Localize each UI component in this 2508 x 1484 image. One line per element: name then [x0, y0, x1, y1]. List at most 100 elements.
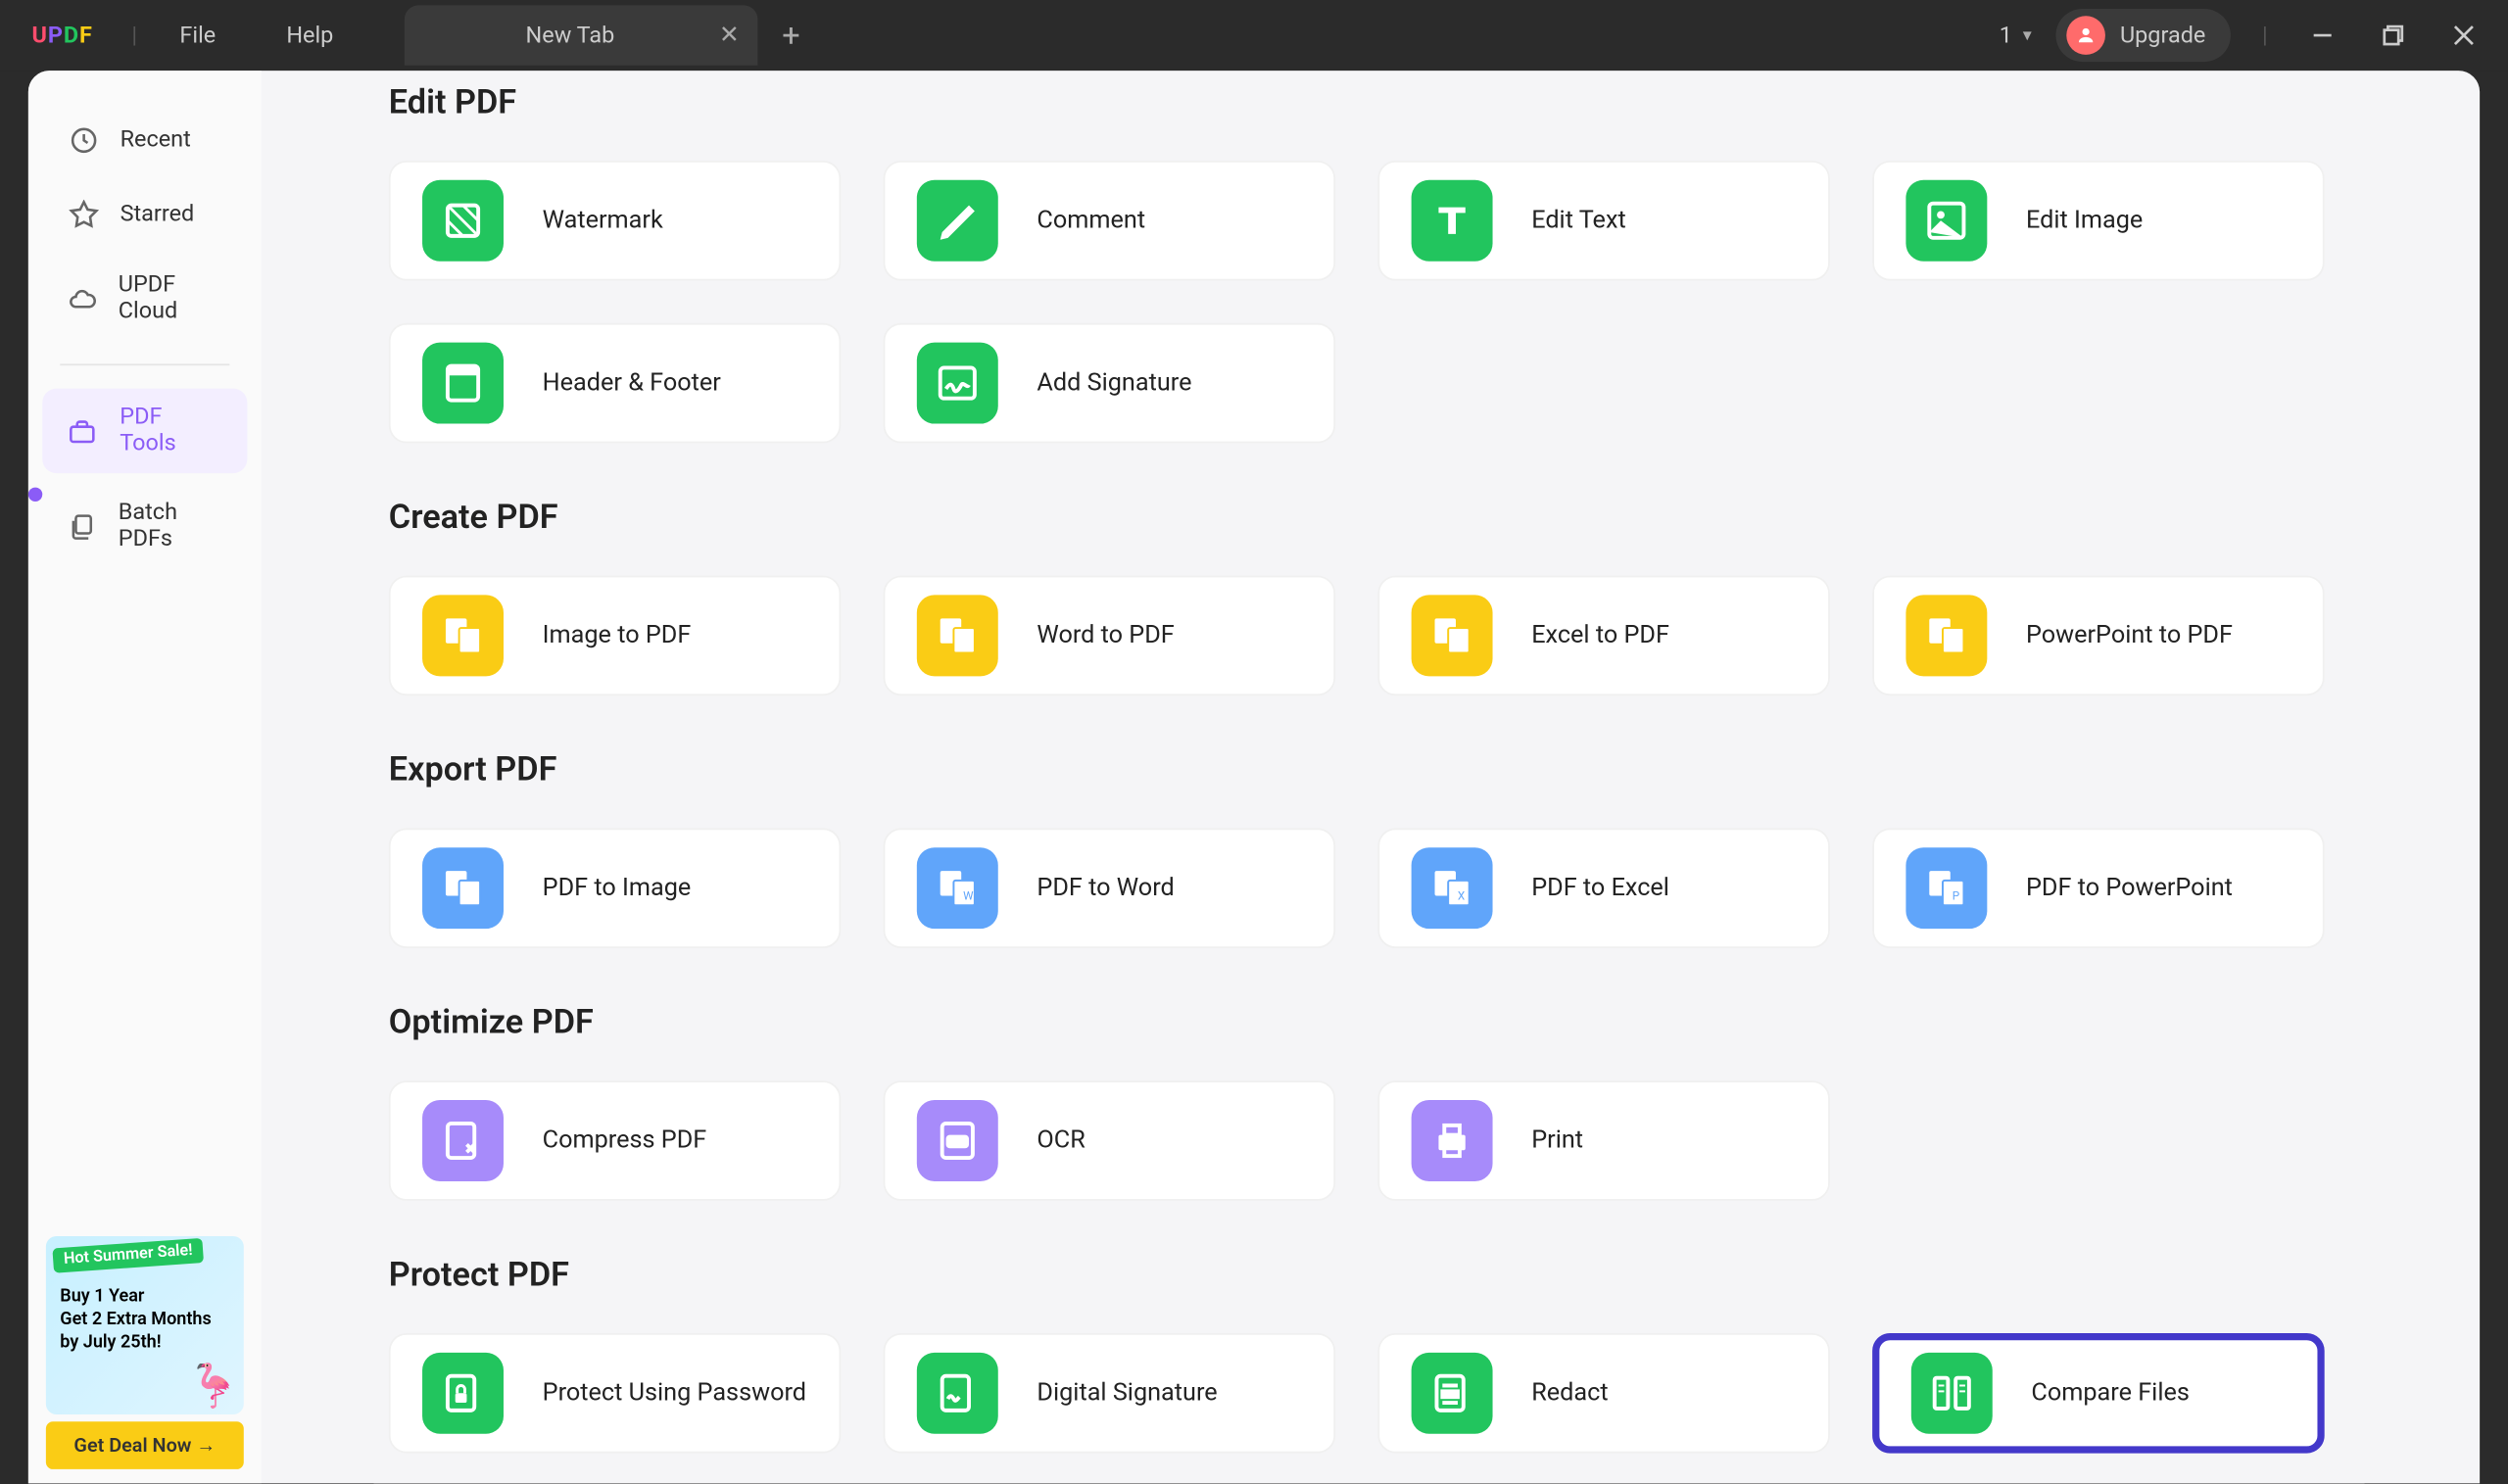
tool-label: Compare Files: [2031, 1377, 2189, 1410]
image-to-pdf-icon: [422, 596, 504, 677]
powerpoint-to-pdf-icon: [1905, 596, 1987, 677]
sidebar-item-pdf-tools[interactable]: PDF Tools: [42, 389, 247, 474]
tab-close-icon[interactable]: ✕: [719, 22, 740, 50]
sidebar-item-label: PDF Tools: [120, 405, 222, 457]
menu-help[interactable]: Help: [251, 23, 368, 49]
section-title-optimize: Optimize PDF: [389, 1001, 2374, 1041]
sidebar-item-cloud[interactable]: UPDF Cloud: [42, 256, 247, 341]
svg-text:X: X: [1458, 889, 1466, 903]
minimize-button[interactable]: [2299, 13, 2345, 59]
tool-add-signature[interactable]: Add Signature: [883, 323, 1335, 444]
signature-icon: [917, 343, 998, 424]
tool-print[interactable]: Print: [1377, 1080, 1830, 1201]
header-footer-icon: [422, 343, 504, 424]
sidebar-item-label: UPDF Cloud: [119, 272, 222, 325]
tool-header-footer[interactable]: Header & Footer: [389, 323, 842, 444]
tool-label: Word to PDF: [1037, 620, 1174, 652]
tool-label: OCR: [1037, 1125, 1085, 1157]
tool-label: Image to PDF: [542, 620, 691, 652]
tool-pdf-to-image[interactable]: PDF to Image: [389, 829, 842, 949]
tool-label: Digital Signature: [1037, 1377, 1217, 1410]
tool-watermark[interactable]: Watermark: [389, 161, 842, 281]
sidebar-item-label: Recent: [121, 126, 191, 153]
promo-text: Buy 1 Year Get 2 Extra Months by July 25…: [60, 1285, 229, 1354]
menu-file[interactable]: File: [144, 23, 251, 49]
chevron-down-icon: ▾: [2023, 25, 2032, 45]
sidebar-item-recent[interactable]: Recent: [42, 108, 247, 171]
redact-icon: [1411, 1353, 1492, 1434]
tool-label: Excel to PDF: [1531, 620, 1669, 652]
section-title-protect: Protect PDF: [389, 1254, 2374, 1294]
svg-text:W: W: [963, 889, 974, 903]
upgrade-label: Upgrade: [2120, 23, 2205, 49]
promo-widget: Hot Summer Sale! Buy 1 Year Get 2 Extra …: [46, 1236, 244, 1469]
tool-powerpoint-to-pdf[interactable]: PowerPoint to PDF: [1872, 576, 2325, 696]
toolbox-icon: [68, 415, 99, 447]
pdf-to-image-icon: [422, 847, 504, 929]
tab-label: New Tab: [526, 23, 615, 49]
tool-label: Protect Using Password: [542, 1377, 805, 1410]
tool-label: PDF to PowerPoint: [2026, 872, 2233, 904]
tool-label: Compress PDF: [542, 1125, 706, 1157]
promo-banner[interactable]: Hot Summer Sale! Buy 1 Year Get 2 Extra …: [46, 1236, 244, 1414]
new-tab-button[interactable]: +: [757, 17, 825, 54]
section-title-edit: Edit PDF: [389, 81, 2374, 121]
tool-edit-text[interactable]: Edit Text: [1377, 161, 1830, 281]
tool-compress[interactable]: Compress PDF: [389, 1080, 842, 1201]
tool-label: PowerPoint to PDF: [2026, 620, 2233, 652]
word-to-pdf-icon: [917, 596, 998, 677]
tool-label: Edit Image: [2026, 205, 2143, 237]
sidebar-item-label: Batch PDFs: [119, 500, 222, 552]
stack-icon: [68, 510, 98, 542]
tool-comment[interactable]: Comment: [883, 161, 1335, 281]
digital-signature-icon: [917, 1353, 998, 1434]
section-title-create: Create PDF: [389, 497, 2374, 537]
indicator-dot-icon: [28, 488, 42, 502]
tool-label: Print: [1531, 1125, 1583, 1157]
optimize-grid: Compress PDF OCR OCR Print: [389, 1080, 2374, 1201]
sidebar-item-batch[interactable]: Batch PDFs: [42, 484, 247, 569]
lock-icon: [422, 1353, 504, 1434]
tool-compare-files[interactable]: Compare Files: [1872, 1333, 2325, 1454]
compare-icon: [1911, 1353, 1993, 1434]
tool-redact[interactable]: Redact: [1377, 1333, 1830, 1454]
tab-new[interactable]: New Tab ✕: [404, 5, 757, 65]
watermark-icon: [422, 180, 504, 262]
promo-cta-button[interactable]: Get Deal Now →: [46, 1421, 244, 1469]
workspace: Recent Starred UPDF Cloud PDF Tools Batc…: [28, 71, 2480, 1483]
svg-text:P: P: [1953, 889, 1959, 903]
main-content: Edit PDF Watermark Comment Edit Text Edi…: [262, 71, 2480, 1483]
tool-pdf-to-word[interactable]: WPDF to Word: [883, 829, 1335, 949]
tool-pdf-to-excel[interactable]: X PDF to Excel: [1377, 829, 1830, 949]
tool-protect-password[interactable]: Protect Using Password: [389, 1333, 842, 1454]
export-grid: PDF to Image WPDF to Word XPDF to Excel …: [389, 829, 2374, 949]
upgrade-button[interactable]: Upgrade: [2056, 9, 2231, 62]
tool-label: Edit Text: [1531, 205, 1626, 237]
account-switcher[interactable]: 1 ▾: [2000, 23, 2032, 49]
cloud-icon: [68, 282, 98, 313]
tool-image-to-pdf[interactable]: Image to PDF: [389, 576, 842, 696]
create-grid: Image to PDF Word to PDF Excel to PDF Po…: [389, 576, 2374, 696]
tool-digital-signature[interactable]: Digital Signature: [883, 1333, 1335, 1454]
compress-icon: [422, 1100, 504, 1181]
tool-label: Comment: [1037, 205, 1145, 237]
tool-excel-to-pdf[interactable]: Excel to PDF: [1377, 576, 1830, 696]
sidebar-separator: [60, 363, 229, 365]
maximize-button[interactable]: [2370, 13, 2416, 59]
tool-ocr[interactable]: OCR OCR: [883, 1080, 1335, 1201]
sidebar-item-starred[interactable]: Starred: [42, 182, 247, 246]
pdf-to-excel-icon: X: [1411, 847, 1492, 929]
svg-text:OCR: OCR: [950, 1138, 965, 1147]
tool-edit-image[interactable]: Edit Image: [1872, 161, 2325, 281]
protect-grid: Protect Using Password Digital Signature…: [389, 1333, 2374, 1454]
pdf-to-word-icon: W: [917, 847, 998, 929]
tool-label: PDF to Excel: [1531, 872, 1669, 904]
edit-text-icon: [1411, 180, 1492, 262]
tool-pdf-to-powerpoint[interactable]: P PDF to PowerPoint: [1872, 829, 2325, 949]
tool-label: Header & Footer: [542, 367, 720, 400]
tool-word-to-pdf[interactable]: Word to PDF: [883, 576, 1335, 696]
close-button[interactable]: [2440, 13, 2486, 59]
title-bar: UPDF | File Help New Tab ✕ + 1 ▾ Upgrade…: [0, 0, 2508, 71]
tool-label: PDF to Image: [542, 872, 691, 904]
star-icon: [68, 198, 99, 229]
